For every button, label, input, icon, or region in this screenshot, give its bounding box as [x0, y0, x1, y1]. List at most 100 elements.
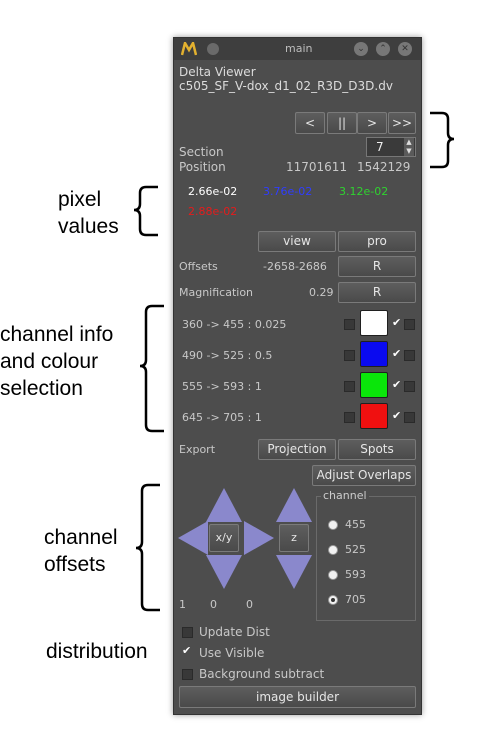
magnification-label: Magnification: [179, 286, 254, 299]
offset-number: 1: [179, 598, 186, 611]
update-dist-checkbox[interactable]: [182, 627, 193, 638]
use-visible-checkbox[interactable]: ✔: [182, 644, 191, 657]
position-label: Position: [179, 160, 226, 174]
channel-3-label: 555 -> 593 : 1: [182, 380, 262, 393]
play-button[interactable]: >>: [388, 112, 416, 134]
channel-2-checkbox-left[interactable]: [344, 350, 355, 361]
channel-group-box: channel 455 525 593 705: [316, 489, 416, 621]
channel-radio-525[interactable]: [328, 545, 338, 555]
z-up-arrow-icon[interactable]: [276, 488, 312, 522]
channel-group-title: channel: [321, 489, 369, 502]
check-icon: ✔: [392, 316, 402, 329]
section-label: Section: [179, 145, 224, 159]
z-down-arrow-icon[interactable]: [276, 555, 312, 589]
distribution-annotation: distribution: [46, 640, 148, 663]
annotation-line: offsets: [44, 553, 106, 576]
maximize-icon[interactable]: ⌃: [376, 42, 390, 56]
channel-2-checkbox-right[interactable]: [404, 350, 415, 361]
pixel-value-channel-4: 2.88e-02: [188, 205, 238, 218]
sections-bracket: [430, 111, 455, 169]
background-subtract-label: Background subtract: [199, 667, 325, 681]
projection-button[interactable]: Projection: [258, 439, 336, 460]
channel-1-label: 360 -> 455 : 0.025: [182, 318, 287, 331]
channel-4-checkbox-left[interactable]: [344, 412, 355, 423]
position-x: 11701611: [286, 160, 348, 174]
annotation-line: values: [58, 215, 119, 238]
prev-section-button[interactable]: <: [295, 112, 325, 134]
app-logo-icon: [181, 42, 197, 56]
pixel-values-annotation: pixel values: [58, 186, 119, 240]
pro-button[interactable]: pro: [338, 231, 416, 252]
spin-down-icon[interactable]: ▼: [404, 147, 414, 156]
xy-button[interactable]: x/y: [209, 524, 239, 552]
channel-radio-label: 525: [345, 543, 366, 556]
annotation-line: pixel: [58, 188, 102, 211]
adjust-overlaps-button[interactable]: Adjust Overlaps: [312, 465, 416, 486]
check-icon: ✔: [392, 409, 402, 422]
channel-3-checkbox-left[interactable]: [344, 381, 355, 392]
pixel-value-channel-1: 2.66e-02: [188, 185, 238, 198]
spots-button[interactable]: Spots: [338, 439, 416, 460]
channel-1-color-swatch[interactable]: [360, 310, 388, 336]
channel-radio-label: 455: [345, 518, 366, 531]
offset-number: 0: [210, 598, 217, 611]
z-button[interactable]: z: [279, 524, 309, 552]
down-arrow-icon[interactable]: [206, 555, 242, 589]
annotation-line: and colour: [0, 350, 99, 373]
channel-offsets-bracket: [135, 483, 160, 612]
up-arrow-icon[interactable]: [206, 488, 242, 522]
left-arrow-icon[interactable]: [178, 521, 208, 555]
channel-info-bracket: [139, 304, 164, 433]
spin-up-icon[interactable]: ▲: [404, 138, 414, 147]
channel-radio-label: 705: [345, 593, 366, 606]
channel-4-color-swatch[interactable]: [360, 403, 388, 429]
magnification-value: 0.29: [309, 286, 334, 299]
annotation-line: selection: [0, 377, 83, 400]
channel-radio-705[interactable]: [328, 595, 338, 605]
minimize-icon[interactable]: ⌄: [354, 42, 368, 56]
title-bar[interactable]: main ⌄ ⌃ ✕: [174, 38, 421, 60]
offsets-label: Offsets: [179, 260, 218, 273]
channel-2-color-swatch[interactable]: [360, 341, 388, 367]
view-button[interactable]: view: [258, 231, 336, 252]
offset-number: 0: [246, 598, 253, 611]
right-arrow-icon[interactable]: [244, 521, 274, 555]
pause-button[interactable]: ||: [327, 112, 357, 134]
next-section-button[interactable]: >: [357, 112, 387, 134]
file-name: c505_SF_V-dox_d1_02_R3D_D3D.dv: [179, 79, 393, 93]
magnification-reset-button[interactable]: R: [338, 282, 416, 303]
export-label: Export: [179, 443, 216, 456]
pixel-value-channel-2: 3.76e-02: [263, 185, 313, 198]
window-menu-icon[interactable]: [207, 43, 219, 55]
annotation-line: channel: [44, 526, 118, 549]
channel-4-label: 645 -> 705 : 1: [182, 411, 262, 424]
check-icon: ✔: [392, 378, 402, 391]
channel-1-checkbox-right[interactable]: [404, 319, 415, 330]
main-window: main ⌄ ⌃ ✕ Delta Viewer c505_SF_V-dox_d1…: [173, 37, 422, 715]
offsets-reset-button[interactable]: R: [338, 256, 416, 277]
channel-radio-455[interactable]: [328, 520, 338, 530]
pixel-values-bracket: [133, 185, 158, 237]
pixel-value-channel-3: 3.12e-02: [339, 185, 389, 198]
section-value: 7: [376, 140, 384, 154]
image-builder-button[interactable]: image builder: [179, 686, 416, 708]
channel-radio-593[interactable]: [328, 570, 338, 580]
background-subtract-checkbox[interactable]: [182, 669, 193, 680]
annotation-line: channel info: [0, 323, 114, 346]
offsets-value: -2658-2686: [263, 260, 327, 273]
position-y: 1542129: [357, 160, 411, 174]
close-icon[interactable]: ✕: [398, 42, 412, 56]
channel-info-annotation: channel info and colour selection: [0, 321, 113, 402]
channel-3-checkbox-right[interactable]: [404, 381, 415, 392]
app-name: Delta Viewer: [179, 65, 256, 79]
channel-3-color-swatch[interactable]: [360, 372, 388, 398]
channel-radio-label: 593: [345, 568, 366, 581]
channel-4-checkbox-right[interactable]: [404, 412, 415, 423]
channel-1-checkbox-left[interactable]: [344, 319, 355, 330]
update-dist-label: Update Dist: [199, 625, 270, 639]
section-spinbox[interactable]: 7 ▲ ▼: [366, 137, 416, 157]
channel-2-label: 490 -> 525 : 0.5: [182, 349, 273, 362]
check-icon: ✔: [392, 347, 402, 360]
window-title: main: [285, 42, 313, 55]
use-visible-label: Use Visible: [199, 646, 265, 660]
